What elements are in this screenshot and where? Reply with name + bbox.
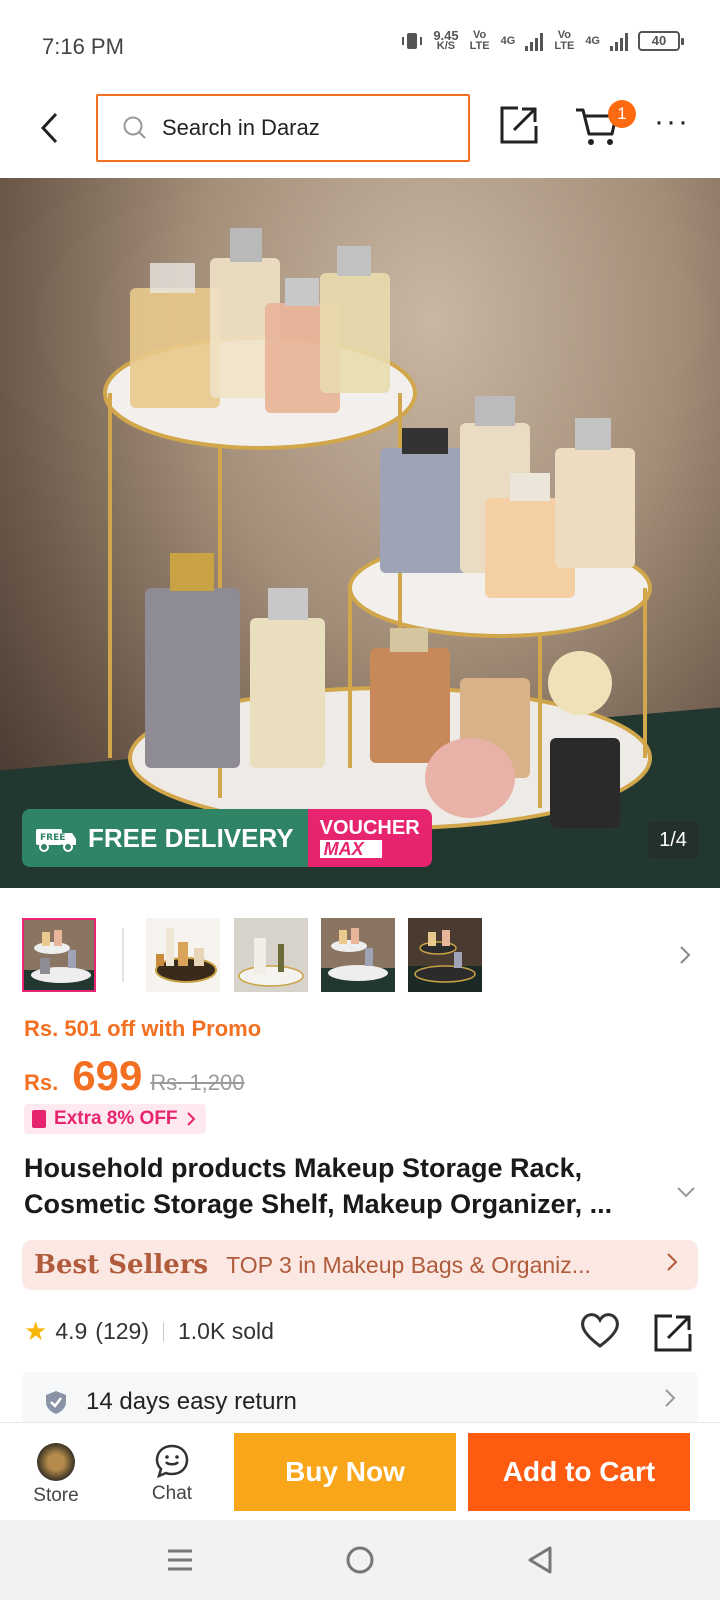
- bestseller-banner[interactable]: Best Sellers TOP 3 in Makeup Bags & Orga…: [22, 1240, 698, 1290]
- promo-discount-text: Rs. 501 off with Promo: [24, 1016, 262, 1041]
- thumbnail-image: [146, 918, 220, 992]
- store-button[interactable]: Store: [20, 1433, 92, 1513]
- search-input[interactable]: Search in Daraz: [96, 94, 470, 162]
- product-illustration: [103, 228, 652, 830]
- buy-now-button[interactable]: Buy Now: [234, 1433, 456, 1511]
- voucher-label: VOUCHER: [319, 817, 420, 839]
- share-button[interactable]: [498, 104, 540, 146]
- free-delivery-badge: FREE FREE DELIVERY: [22, 809, 308, 867]
- thumbnail-strip: [22, 918, 702, 994]
- status-bar: 7:16 PM 9.45 K/S Vo LTE 4G Vo LTE 4G 40: [0, 0, 720, 90]
- price-row: Rs. 699 Rs. 1,200: [24, 1052, 245, 1100]
- chat-button[interactable]: Chat: [136, 1433, 208, 1513]
- back-button[interactable]: [30, 108, 70, 148]
- status-icons: 9.45 K/S Vo LTE 4G Vo LTE 4G 40: [401, 29, 684, 52]
- extra-off-label: Extra 8% OFF: [54, 1108, 178, 1129]
- thumbnail-2[interactable]: [146, 918, 220, 992]
- heart-icon: [581, 1313, 619, 1348]
- image-counter: 1/4: [648, 822, 698, 858]
- more-options-button[interactable]: ···: [654, 107, 690, 142]
- rating-count: (129): [95, 1318, 149, 1344]
- search-icon: [123, 116, 146, 139]
- voucher-sub-label: MAX: [319, 840, 382, 858]
- thumbnail-separator: [122, 928, 124, 982]
- thumbnail-5[interactable]: [408, 918, 482, 992]
- share-icon: [500, 106, 538, 144]
- price-currency: Rs.: [24, 1070, 59, 1095]
- thumbnail-image: [24, 920, 94, 990]
- vibrate-icon: [402, 33, 423, 49]
- add-to-cart-button[interactable]: Add to Cart: [468, 1433, 690, 1511]
- system-back-button[interactable]: [518, 1538, 562, 1582]
- thumbnail-image: [408, 918, 482, 992]
- rating-value: 4.9: [55, 1318, 88, 1344]
- bestseller-tag: Best Sellers: [34, 1250, 209, 1280]
- net-speed-unit: K/S: [436, 40, 456, 52]
- thumbnail-3[interactable]: [234, 918, 308, 992]
- thumbnails-next-button[interactable]: [678, 942, 692, 973]
- volte-label-1: Vo LTE: [469, 29, 490, 52]
- share-product-button[interactable]: [652, 1312, 694, 1354]
- wishlist-button[interactable]: [578, 1310, 622, 1354]
- menu-icon: [168, 1549, 192, 1571]
- store-avatar: [37, 1443, 75, 1481]
- thumbnail-4[interactable]: [321, 918, 395, 992]
- cart-count-badge: 1: [608, 100, 636, 128]
- free-delivery-label: FREE DELIVERY: [88, 822, 294, 853]
- delivery-truck-icon: FREE: [36, 829, 76, 852]
- chevron-right-icon: [664, 1388, 676, 1414]
- promo-banner: FREE FREE DELIVERY VOUCHER MAX: [22, 809, 432, 867]
- thumbnail-image: [234, 918, 308, 992]
- thumbnail-image: [321, 918, 395, 992]
- chat-label: Chat: [151, 1483, 193, 1504]
- product-title: Household products Makeup Storage Rack, …: [24, 1153, 613, 1219]
- return-policy-text: 14 days easy return: [86, 1388, 297, 1415]
- voucher-max-badge: VOUCHER MAX: [307, 809, 432, 867]
- net-speed: 9.45 K/S: [433, 29, 458, 52]
- system-navigation-bar: [0, 1520, 720, 1600]
- chevron-left-icon: [40, 112, 58, 144]
- thumbnail-1[interactable]: [22, 918, 96, 992]
- share-icon: [654, 1314, 692, 1352]
- voucher-tag-icon: [32, 1110, 46, 1128]
- triangle-back-icon: [528, 1546, 552, 1574]
- battery-icon: 40: [638, 31, 684, 51]
- network-type-1: 4G: [500, 34, 516, 47]
- home-button[interactable]: [338, 1538, 382, 1582]
- star-icon: ★: [24, 1316, 48, 1346]
- chevron-down-icon: [677, 1187, 695, 1198]
- bestseller-rank: TOP 3 in Makeup Bags & Organiz...: [226, 1251, 591, 1278]
- volte-label-2: Vo LTE: [554, 29, 575, 52]
- chevron-right-icon: [666, 1252, 678, 1278]
- bottom-action-bar: Store Chat Buy Now Add to Cart: [0, 1422, 720, 1520]
- rating-row[interactable]: ★ 4.9 (129) 1.0K sold: [24, 1316, 274, 1347]
- original-price: Rs. 1,200: [150, 1070, 245, 1095]
- expand-title-button[interactable]: [676, 1178, 696, 1204]
- price-value: 699: [72, 1052, 143, 1099]
- extra-off-badge[interactable]: Extra 8% OFF: [24, 1104, 206, 1134]
- top-bar: Search in Daraz 1 ···: [0, 90, 720, 176]
- chat-icon: [155, 1444, 189, 1479]
- store-label: Store: [33, 1485, 79, 1506]
- search-placeholder: Search in Daraz: [162, 115, 320, 140]
- shield-check-icon: [46, 1391, 66, 1414]
- signal-icon-2: [610, 31, 628, 51]
- chevron-right-icon: [186, 1112, 195, 1126]
- home-circle-icon: [346, 1546, 374, 1574]
- recent-apps-button[interactable]: [158, 1538, 202, 1582]
- chevron-right-icon: [680, 946, 691, 964]
- product-image[interactable]: FREE FREE DELIVERY VOUCHER MAX 1/4: [0, 178, 720, 888]
- network-type-2: 4G: [585, 34, 600, 47]
- free-badge-text: FREE: [40, 833, 65, 843]
- sold-count: 1.0K sold: [178, 1318, 274, 1344]
- signal-icon-1: [525, 31, 544, 51]
- status-time: 7:16 PM: [42, 34, 124, 59]
- divider: [163, 1321, 164, 1342]
